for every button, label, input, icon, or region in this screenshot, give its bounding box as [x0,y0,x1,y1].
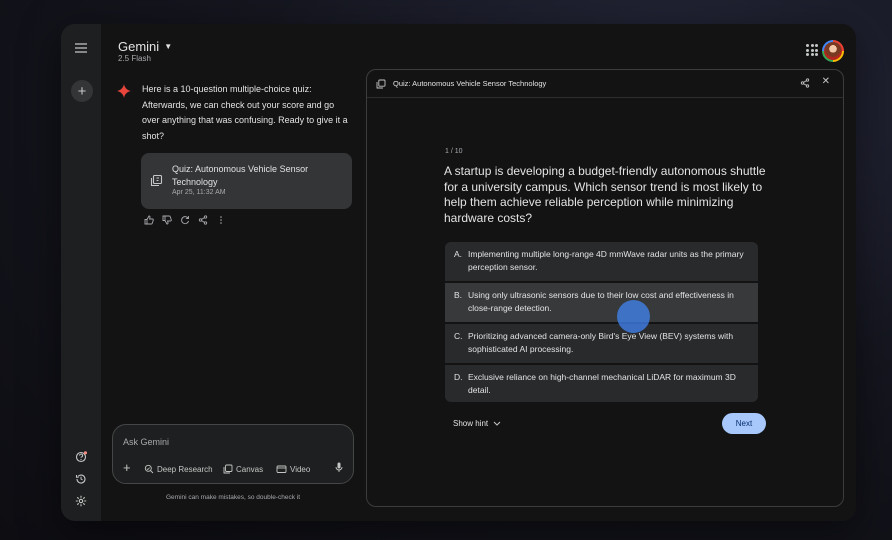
microphone-icon[interactable] [335,462,343,475]
share-icon[interactable] [198,215,208,225]
chevron-down-icon [493,421,501,426]
option-letter: B. [454,290,463,300]
add-files-button[interactable]: + [123,461,131,474]
thumbs-down-icon[interactable] [162,215,172,225]
google-apps-icon[interactable] [806,44,818,56]
answer-option-d[interactable]: D. Exclusive reliance on high-channel me… [445,365,758,402]
more-options-icon[interactable] [216,215,226,225]
new-chat-button[interactable]: + [71,80,93,102]
gemini-spark-icon [117,84,131,98]
model-selector[interactable]: Gemini ▼ [118,39,172,54]
quiz-panel: Quiz: Autonomous Vehicle Sensor Technolo… [366,69,844,507]
avatar[interactable] [822,40,844,62]
settings-gear-icon[interactable] [70,490,92,512]
quiz-card-date: Apr 25, 11:32 AM [172,189,226,196]
model-name: 2.5 Flash [118,54,151,63]
plus-icon: + [77,82,87,100]
caret-down-icon: ▼ [164,42,173,51]
plus-icon: + [123,460,131,475]
video-button[interactable]: Video [276,464,310,474]
canvas-button[interactable]: Canvas [223,464,263,474]
show-hint-label: Show hint [453,419,489,428]
option-text: Prioritizing advanced camera-only Bird's… [468,331,734,354]
deep-research-label: Deep Research [157,464,213,474]
regenerate-icon[interactable] [180,215,190,225]
option-letter: C. [454,331,463,341]
app-window: + Gemini ▼ 2.5 Flash Here is a 10-questio… [61,24,856,521]
quiz-card-title: Quiz: Autonomous Vehicle Sensor Technolo… [172,164,309,187]
response-actions [144,215,226,225]
show-hint-button[interactable]: Show hint [453,419,501,428]
quiz-panel-title: Quiz: Autonomous Vehicle Sensor Technolo… [393,79,547,88]
answer-options: A. Implementing multiple long-range 4D m… [445,242,758,402]
prompt-input[interactable]: Ask Gemini [123,437,169,447]
canvas-label: Canvas [236,464,264,474]
deep-research-button[interactable]: Deep Research [144,464,213,474]
answer-option-b[interactable]: B. Using only ultrasonic sensors due to … [445,283,758,324]
option-text: Using only ultrasonic sensors due to the… [468,290,734,313]
quiz-card[interactable]: Quiz: Autonomous Vehicle Sensor Technolo… [141,153,352,209]
main-area: Gemini ▼ 2.5 Flash Here is a 10-question … [101,24,856,521]
quiz-document-icon [150,174,163,187]
quiz-panel-header: Quiz: Autonomous Vehicle Sensor Technolo… [367,70,843,98]
disclaimer-text: Gemini can make mistakes, so double-chec… [165,494,301,501]
activity-history-icon[interactable] [70,468,92,490]
left-rail: + [61,24,101,521]
prompt-box: Ask Gemini + Deep Research Canvas Video [112,424,354,484]
answer-option-a[interactable]: A. Implementing multiple long-range 4D m… [445,242,758,283]
close-icon[interactable]: ✕ [822,76,830,87]
question-text: A startup is developing a budget-friendl… [444,164,766,225]
video-label: Video [290,464,311,474]
option-text: Implementing multiple long-range 4D mmWa… [468,249,744,272]
video-icon [276,465,287,473]
menu-icon[interactable] [70,37,92,59]
answer-option-c[interactable]: C. Prioritizing advanced camera-only Bir… [445,324,758,365]
next-button[interactable]: Next [722,413,766,434]
help-icon[interactable] [70,446,92,468]
question-progress: 1 / 10 [445,148,463,155]
quiz-document-icon [376,79,386,89]
deep-research-icon [144,464,154,474]
thumbs-up-icon[interactable] [144,215,154,225]
option-letter: A. [454,249,463,259]
option-text: Exclusive reliance on high-channel mecha… [468,372,736,395]
assistant-message: Here is a 10-question multiple-choice qu… [142,84,348,141]
app-title: Gemini [118,39,160,54]
option-letter: D. [454,372,463,382]
canvas-icon [223,464,233,474]
share-icon[interactable] [800,78,810,88]
